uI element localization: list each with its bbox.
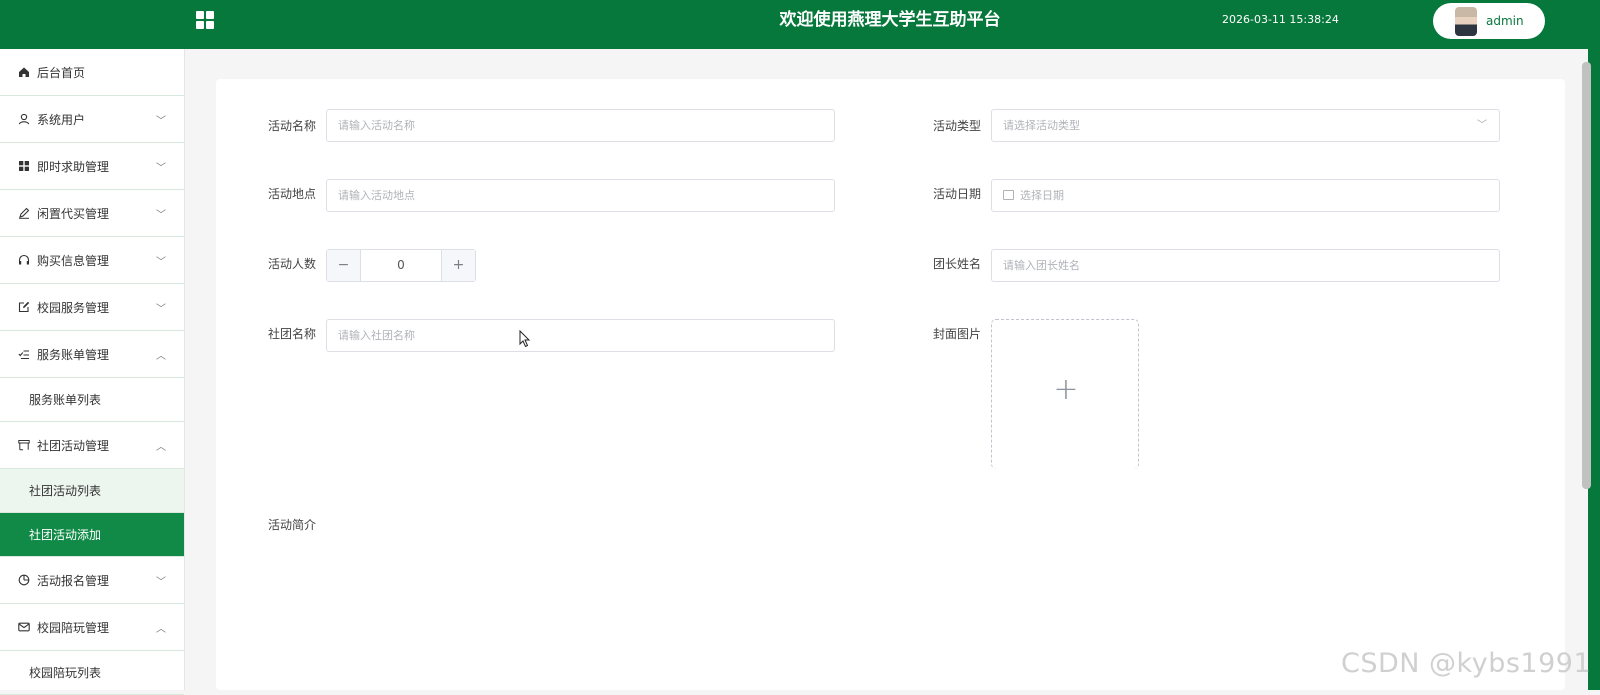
- sidebar-item-label: 活动报名管理: [37, 573, 110, 588]
- chevron-down-icon: ﹀: [156, 163, 166, 174]
- shop-icon: [18, 439, 30, 451]
- cover-image-label: 封面图片: [932, 327, 981, 341]
- watermark: CSDN @kybs1991: [1341, 648, 1592, 679]
- chevron-down-icon: ﹀: [156, 257, 166, 268]
- home-icon: [18, 66, 30, 78]
- sidebar: 后台首页 系统用户 ﹀ 即时求助管理 ﹀ 闲置代买管理 ﹀ 购买信息管理 ﹀ 校…: [0, 49, 185, 695]
- check-list-icon: [18, 348, 30, 360]
- chevron-down-icon: ﹀: [156, 210, 166, 221]
- sidebar-item-label: 社团活动管理: [37, 438, 110, 453]
- leader-name-input[interactable]: 请输入团长姓名: [991, 249, 1500, 282]
- count-value[interactable]: 0: [361, 250, 441, 281]
- edit-icon: [18, 301, 30, 313]
- sidebar-item-label: 即时求助管理: [37, 159, 110, 174]
- activity-count-label: 活动人数: [267, 257, 316, 271]
- sidebar-item-label: 校园陪玩管理: [37, 620, 110, 635]
- datetime-display: 2026-03-11 15:38:24: [1222, 13, 1339, 26]
- sidebar-item-system-users[interactable]: 系统用户 ﹀: [0, 96, 184, 143]
- avatar: [1455, 7, 1477, 36]
- sidebar-subitem-club-activity-list[interactable]: 社团活动列表: [0, 469, 184, 513]
- chevron-down-icon: ﹀: [156, 116, 166, 127]
- leader-name-label: 团长姓名: [932, 257, 981, 271]
- chevron-down-icon: ﹀: [156, 577, 166, 588]
- sidebar-item-club-activity[interactable]: 社团活动管理 ︿: [0, 422, 184, 469]
- sidebar-item-activity-signup[interactable]: 活动报名管理 ﹀: [0, 557, 184, 604]
- mail-icon: [18, 621, 30, 633]
- menu-toggle-icon[interactable]: [196, 11, 214, 29]
- sidebar-item-instant-help[interactable]: 即时求助管理 ﹀: [0, 143, 184, 190]
- club-name-label: 社团名称: [267, 327, 316, 341]
- chevron-up-icon: ︿: [156, 624, 166, 635]
- pen-icon: [18, 207, 30, 219]
- sidebar-item-label: 后台首页: [37, 65, 86, 80]
- activity-name-label: 活动名称: [267, 119, 316, 133]
- scrollbar-thumb[interactable]: [1582, 62, 1591, 489]
- top-bar: 欢迎使用燕理大学生互助平台 2026-03-11 15:38:24 admin: [0, 0, 1600, 49]
- chevron-up-icon: ︿: [156, 442, 166, 453]
- activity-name-input[interactable]: 请输入活动名称: [326, 109, 835, 142]
- activity-date-picker[interactable]: 选择日期: [991, 179, 1500, 212]
- activity-date-label: 活动日期: [932, 187, 981, 201]
- sidebar-item-label: 校园服务管理: [37, 300, 110, 315]
- app-title: 欢迎使用燕理大学生互助平台: [779, 10, 1001, 30]
- sidebar-item-label: 购买信息管理: [37, 253, 110, 268]
- calendar-icon: [1003, 190, 1014, 200]
- chevron-down-icon: ﹀: [156, 304, 166, 315]
- activity-place-label: 活动地点: [267, 187, 316, 201]
- sidebar-subitem-club-activity-add[interactable]: 社团活动添加: [0, 513, 184, 557]
- chevron-down-icon: ﹀: [1477, 120, 1487, 131]
- sidebar-item-campus-play[interactable]: 校园陪玩管理 ︿: [0, 604, 184, 651]
- activity-type-label: 活动类型: [932, 119, 981, 133]
- activity-form-card: 活动名称 请输入活动名称 活动类型 请选择活动类型 ﹀ 活动地点 请输入活动地点…: [216, 79, 1565, 690]
- sidebar-subitem-service-bill-list[interactable]: 服务账单列表: [0, 378, 184, 422]
- headset-icon: [18, 254, 30, 266]
- activity-type-placeholder: 请选择活动类型: [1003, 119, 1080, 132]
- user-menu[interactable]: admin: [1433, 3, 1545, 39]
- club-name-input[interactable]: 请输入社团名称: [326, 319, 835, 352]
- pie-icon: [18, 574, 30, 586]
- sidebar-item-service-bill[interactable]: 服务账单管理 ︿: [0, 331, 184, 378]
- decrement-button[interactable]: −: [327, 250, 361, 281]
- sidebar-item-label: 系统用户: [37, 112, 86, 127]
- cover-image-upload[interactable]: +: [991, 319, 1139, 469]
- sidebar-item-label: 服务账单管理: [37, 347, 110, 362]
- sidebar-item-campus-service[interactable]: 校园服务管理 ﹀: [0, 284, 184, 331]
- activity-intro-label: 活动简介: [267, 518, 316, 532]
- date-placeholder: 选择日期: [1020, 189, 1064, 202]
- user-icon: [18, 113, 30, 125]
- chevron-up-icon: ︿: [156, 351, 166, 362]
- username: admin: [1486, 14, 1524, 28]
- sidebar-subitem-campus-play-list[interactable]: 校园陪玩列表: [0, 651, 184, 695]
- sidebar-item-idle-purchase[interactable]: 闲置代买管理 ﹀: [0, 190, 184, 237]
- activity-type-select[interactable]: 请选择活动类型 ﹀: [991, 109, 1500, 142]
- activity-place-input[interactable]: 请输入活动地点: [326, 179, 835, 212]
- sidebar-item-label: 闲置代买管理: [37, 206, 110, 221]
- sidebar-item-home[interactable]: 后台首页: [0, 49, 184, 96]
- sidebar-item-purchase-info[interactable]: 购买信息管理 ﹀: [0, 237, 184, 284]
- increment-button[interactable]: +: [441, 250, 475, 281]
- activity-count-stepper[interactable]: − 0 +: [326, 249, 476, 282]
- grid-icon: [18, 160, 30, 172]
- plus-icon: +: [1053, 372, 1079, 407]
